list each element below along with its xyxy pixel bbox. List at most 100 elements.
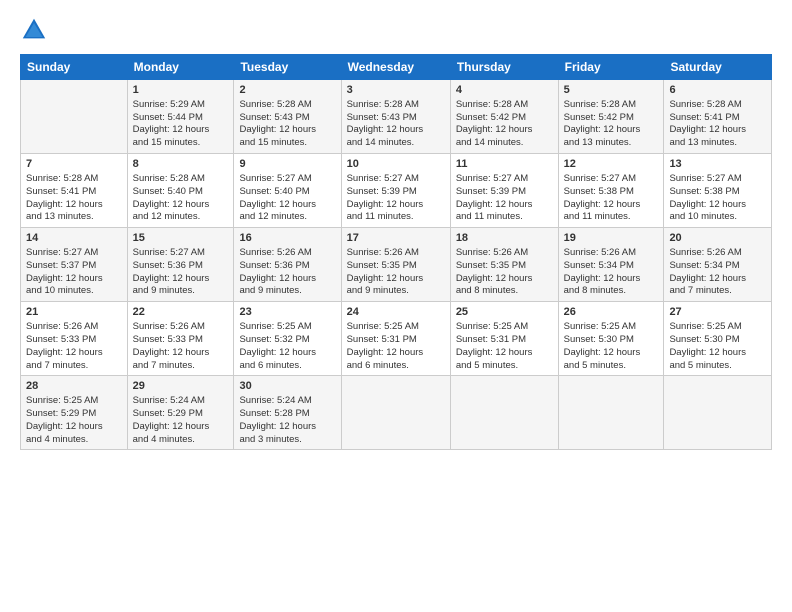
calendar-header-cell: Saturday [664, 55, 772, 80]
day-info: Sunrise: 5:24 AM Sunset: 5:28 PM Dayligh… [239, 395, 316, 444]
day-info: Sunrise: 5:25 AM Sunset: 5:32 PM Dayligh… [239, 321, 316, 370]
day-number: 30 [239, 379, 335, 394]
calendar-day-cell: 1Sunrise: 5:29 AM Sunset: 5:44 PM Daylig… [127, 80, 234, 154]
calendar-header-row: SundayMondayTuesdayWednesdayThursdayFrid… [21, 55, 772, 80]
day-number: 9 [239, 157, 335, 172]
day-number: 18 [456, 231, 553, 246]
day-number: 17 [347, 231, 445, 246]
day-info: Sunrise: 5:26 AM Sunset: 5:34 PM Dayligh… [564, 247, 641, 296]
calendar-day-cell: 8Sunrise: 5:28 AM Sunset: 5:40 PM Daylig… [127, 154, 234, 228]
day-number: 5 [564, 83, 659, 98]
calendar-day-cell: 19Sunrise: 5:26 AM Sunset: 5:34 PM Dayli… [558, 228, 664, 302]
day-info: Sunrise: 5:25 AM Sunset: 5:31 PM Dayligh… [456, 321, 533, 370]
day-info: Sunrise: 5:27 AM Sunset: 5:38 PM Dayligh… [564, 173, 641, 222]
calendar-day-cell: 18Sunrise: 5:26 AM Sunset: 5:35 PM Dayli… [450, 228, 558, 302]
day-info: Sunrise: 5:25 AM Sunset: 5:30 PM Dayligh… [564, 321, 641, 370]
day-number: 16 [239, 231, 335, 246]
day-number: 19 [564, 231, 659, 246]
day-number: 24 [347, 305, 445, 320]
day-number: 25 [456, 305, 553, 320]
calendar-day-cell: 24Sunrise: 5:25 AM Sunset: 5:31 PM Dayli… [341, 302, 450, 376]
day-number: 21 [26, 305, 122, 320]
day-number: 4 [456, 83, 553, 98]
calendar-day-cell: 15Sunrise: 5:27 AM Sunset: 5:36 PM Dayli… [127, 228, 234, 302]
calendar-header-cell: Monday [127, 55, 234, 80]
day-info: Sunrise: 5:27 AM Sunset: 5:39 PM Dayligh… [347, 173, 424, 222]
day-number: 14 [26, 231, 122, 246]
calendar-header-cell: Friday [558, 55, 664, 80]
day-number: 11 [456, 157, 553, 172]
calendar-day-cell: 16Sunrise: 5:26 AM Sunset: 5:36 PM Dayli… [234, 228, 341, 302]
logo-icon [20, 16, 48, 44]
day-number: 3 [347, 83, 445, 98]
day-info: Sunrise: 5:28 AM Sunset: 5:41 PM Dayligh… [669, 99, 746, 148]
calendar-day-cell: 11Sunrise: 5:27 AM Sunset: 5:39 PM Dayli… [450, 154, 558, 228]
calendar-day-cell: 25Sunrise: 5:25 AM Sunset: 5:31 PM Dayli… [450, 302, 558, 376]
day-info: Sunrise: 5:28 AM Sunset: 5:41 PM Dayligh… [26, 173, 103, 222]
day-number: 29 [133, 379, 229, 394]
calendar-header-cell: Sunday [21, 55, 128, 80]
calendar-week-row: 28Sunrise: 5:25 AM Sunset: 5:29 PM Dayli… [21, 376, 772, 450]
calendar-day-cell: 4Sunrise: 5:28 AM Sunset: 5:42 PM Daylig… [450, 80, 558, 154]
calendar-day-cell: 12Sunrise: 5:27 AM Sunset: 5:38 PM Dayli… [558, 154, 664, 228]
calendar-week-row: 1Sunrise: 5:29 AM Sunset: 5:44 PM Daylig… [21, 80, 772, 154]
day-number: 27 [669, 305, 766, 320]
calendar-day-cell: 10Sunrise: 5:27 AM Sunset: 5:39 PM Dayli… [341, 154, 450, 228]
day-number: 23 [239, 305, 335, 320]
calendar-day-cell [21, 80, 128, 154]
day-number: 2 [239, 83, 335, 98]
calendar-day-cell: 9Sunrise: 5:27 AM Sunset: 5:40 PM Daylig… [234, 154, 341, 228]
day-info: Sunrise: 5:26 AM Sunset: 5:35 PM Dayligh… [347, 247, 424, 296]
calendar-day-cell [450, 376, 558, 450]
day-number: 20 [669, 231, 766, 246]
day-info: Sunrise: 5:26 AM Sunset: 5:33 PM Dayligh… [133, 321, 210, 370]
day-number: 12 [564, 157, 659, 172]
calendar-day-cell: 26Sunrise: 5:25 AM Sunset: 5:30 PM Dayli… [558, 302, 664, 376]
calendar-day-cell [341, 376, 450, 450]
day-number: 15 [133, 231, 229, 246]
day-info: Sunrise: 5:25 AM Sunset: 5:29 PM Dayligh… [26, 395, 103, 444]
calendar-day-cell: 28Sunrise: 5:25 AM Sunset: 5:29 PM Dayli… [21, 376, 128, 450]
day-number: 22 [133, 305, 229, 320]
day-info: Sunrise: 5:27 AM Sunset: 5:40 PM Dayligh… [239, 173, 316, 222]
calendar-header-cell: Tuesday [234, 55, 341, 80]
header [20, 16, 772, 44]
day-info: Sunrise: 5:27 AM Sunset: 5:39 PM Dayligh… [456, 173, 533, 222]
day-info: Sunrise: 5:28 AM Sunset: 5:40 PM Dayligh… [133, 173, 210, 222]
logo [20, 16, 52, 44]
calendar-day-cell: 14Sunrise: 5:27 AM Sunset: 5:37 PM Dayli… [21, 228, 128, 302]
calendar-week-row: 21Sunrise: 5:26 AM Sunset: 5:33 PM Dayli… [21, 302, 772, 376]
calendar-day-cell: 2Sunrise: 5:28 AM Sunset: 5:43 PM Daylig… [234, 80, 341, 154]
calendar-day-cell: 27Sunrise: 5:25 AM Sunset: 5:30 PM Dayli… [664, 302, 772, 376]
day-info: Sunrise: 5:25 AM Sunset: 5:31 PM Dayligh… [347, 321, 424, 370]
calendar-day-cell: 22Sunrise: 5:26 AM Sunset: 5:33 PM Dayli… [127, 302, 234, 376]
day-number: 7 [26, 157, 122, 172]
day-info: Sunrise: 5:29 AM Sunset: 5:44 PM Dayligh… [133, 99, 210, 148]
day-info: Sunrise: 5:27 AM Sunset: 5:36 PM Dayligh… [133, 247, 210, 296]
day-number: 10 [347, 157, 445, 172]
page: SundayMondayTuesdayWednesdayThursdayFrid… [0, 0, 792, 612]
day-number: 1 [133, 83, 229, 98]
calendar-header-cell: Wednesday [341, 55, 450, 80]
calendar-day-cell: 21Sunrise: 5:26 AM Sunset: 5:33 PM Dayli… [21, 302, 128, 376]
calendar-table: SundayMondayTuesdayWednesdayThursdayFrid… [20, 54, 772, 450]
calendar-day-cell: 23Sunrise: 5:25 AM Sunset: 5:32 PM Dayli… [234, 302, 341, 376]
day-info: Sunrise: 5:28 AM Sunset: 5:43 PM Dayligh… [347, 99, 424, 148]
calendar-header-cell: Thursday [450, 55, 558, 80]
day-info: Sunrise: 5:26 AM Sunset: 5:33 PM Dayligh… [26, 321, 103, 370]
day-number: 13 [669, 157, 766, 172]
calendar-week-row: 14Sunrise: 5:27 AM Sunset: 5:37 PM Dayli… [21, 228, 772, 302]
day-info: Sunrise: 5:28 AM Sunset: 5:42 PM Dayligh… [564, 99, 641, 148]
day-number: 8 [133, 157, 229, 172]
day-info: Sunrise: 5:26 AM Sunset: 5:35 PM Dayligh… [456, 247, 533, 296]
day-number: 26 [564, 305, 659, 320]
calendar-day-cell: 6Sunrise: 5:28 AM Sunset: 5:41 PM Daylig… [664, 80, 772, 154]
calendar-day-cell: 29Sunrise: 5:24 AM Sunset: 5:29 PM Dayli… [127, 376, 234, 450]
day-info: Sunrise: 5:28 AM Sunset: 5:42 PM Dayligh… [456, 99, 533, 148]
day-info: Sunrise: 5:25 AM Sunset: 5:30 PM Dayligh… [669, 321, 746, 370]
calendar-week-row: 7Sunrise: 5:28 AM Sunset: 5:41 PM Daylig… [21, 154, 772, 228]
calendar-day-cell: 3Sunrise: 5:28 AM Sunset: 5:43 PM Daylig… [341, 80, 450, 154]
day-number: 6 [669, 83, 766, 98]
day-info: Sunrise: 5:24 AM Sunset: 5:29 PM Dayligh… [133, 395, 210, 444]
day-info: Sunrise: 5:28 AM Sunset: 5:43 PM Dayligh… [239, 99, 316, 148]
